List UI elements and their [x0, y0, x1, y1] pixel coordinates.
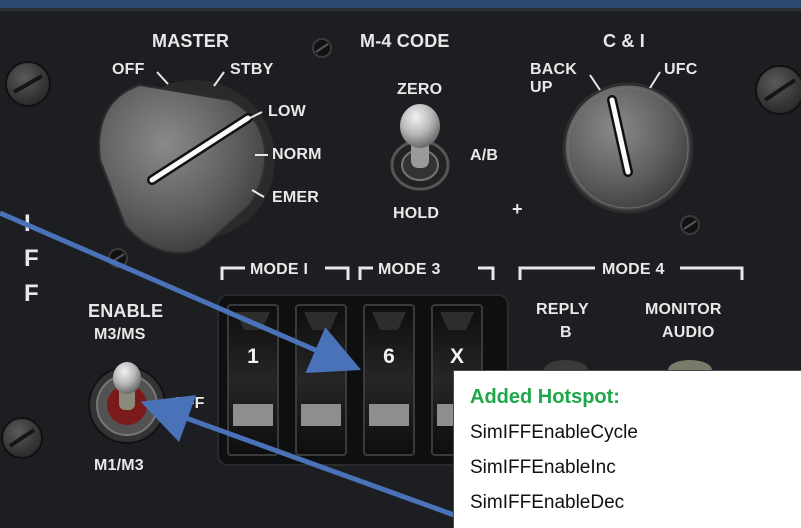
iff-panel-screenshot: I F F MASTER OFF STBY LOW NORM EMER M-4 …: [0, 0, 801, 528]
callout-item-inc: SimIFFEnableInc: [470, 457, 616, 478]
callout-item-cycle: SimIFFEnableCycle: [470, 422, 638, 443]
callout-item-dec: SimIFFEnableDec: [470, 492, 625, 513]
arrow-to-enable-toggle: [140, 395, 491, 528]
callout-title: Added Hotspot:: [470, 386, 620, 408]
hotspot-callout: Added Hotspot: SimIFFEnableCycle SimIFFE…: [453, 370, 801, 528]
arrow-to-mode3-wheel: [0, 210, 362, 373]
